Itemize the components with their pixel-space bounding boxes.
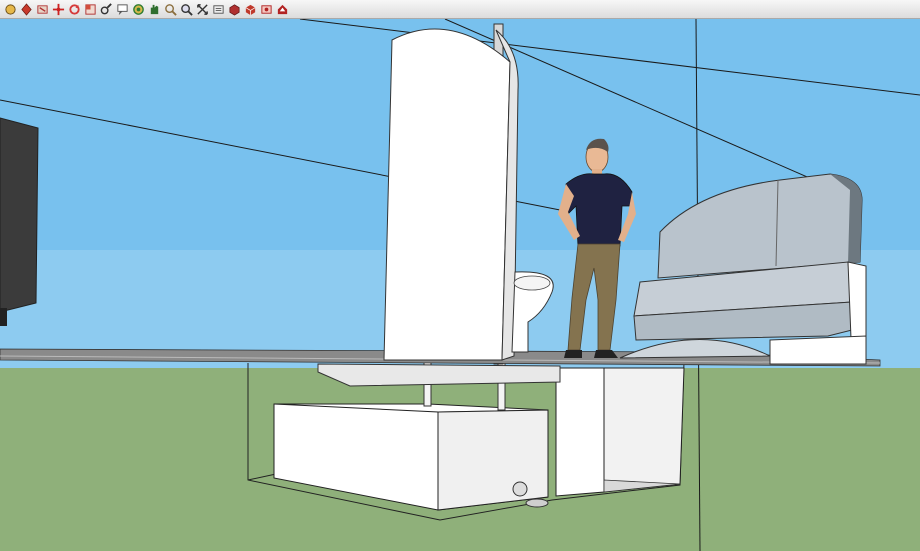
orbit-tool-button[interactable]: [130, 1, 146, 17]
components-button[interactable]: [226, 1, 242, 17]
scale-tool-button[interactable]: [82, 1, 98, 17]
sketchup-window: [0, 0, 920, 551]
pit-block: [555, 367, 685, 497]
text-tool-button[interactable]: [114, 1, 130, 17]
warehouse-icon: [277, 4, 287, 14]
rotate-icon: [68, 3, 80, 15]
cross-arrows-icon: [52, 3, 64, 15]
rotate-tool-button[interactable]: [66, 1, 82, 17]
select-tool-button[interactable]: [2, 1, 18, 17]
scale-icon: [84, 3, 96, 15]
zoom-magnifier-icon: [180, 3, 193, 16]
push-pull-tool-button[interactable]: [18, 1, 34, 17]
zoom-tool-button[interactable]: [178, 1, 194, 17]
paint-tool-button[interactable]: [50, 1, 66, 17]
text-label-icon: [116, 3, 128, 15]
model-scene[interactable]: [0, 19, 920, 551]
select-arrow-icon: [4, 3, 16, 15]
orbit-icon: [132, 3, 144, 15]
pan-tool-button[interactable]: [146, 1, 162, 17]
wall-panel: [383, 28, 519, 361]
styles-icon: [260, 4, 272, 14]
look-around-icon: [164, 3, 177, 16]
warehouse-button[interactable]: [274, 1, 290, 17]
toolbar: [0, 0, 920, 19]
dark-block: [0, 117, 39, 326]
move-tool-button[interactable]: [34, 1, 50, 17]
pan-hand-icon: [150, 4, 158, 14]
look-tool-button[interactable]: [162, 1, 178, 17]
section-tool-button[interactable]: [210, 1, 226, 17]
3d-viewport[interactable]: [0, 19, 920, 551]
push-pull-icon: [20, 2, 32, 16]
materials-button[interactable]: [242, 1, 258, 17]
zoom-extents-button[interactable]: [194, 1, 210, 17]
materials-icon: [245, 4, 255, 15]
move-icon: [36, 4, 48, 14]
section-plane-icon: [212, 4, 224, 14]
components-icon: [228, 3, 240, 16]
zoom-extents-icon: [196, 3, 208, 15]
tape-measure-icon: [100, 2, 112, 14]
styles-button[interactable]: [258, 1, 274, 17]
tape-tool-button[interactable]: [98, 1, 114, 17]
